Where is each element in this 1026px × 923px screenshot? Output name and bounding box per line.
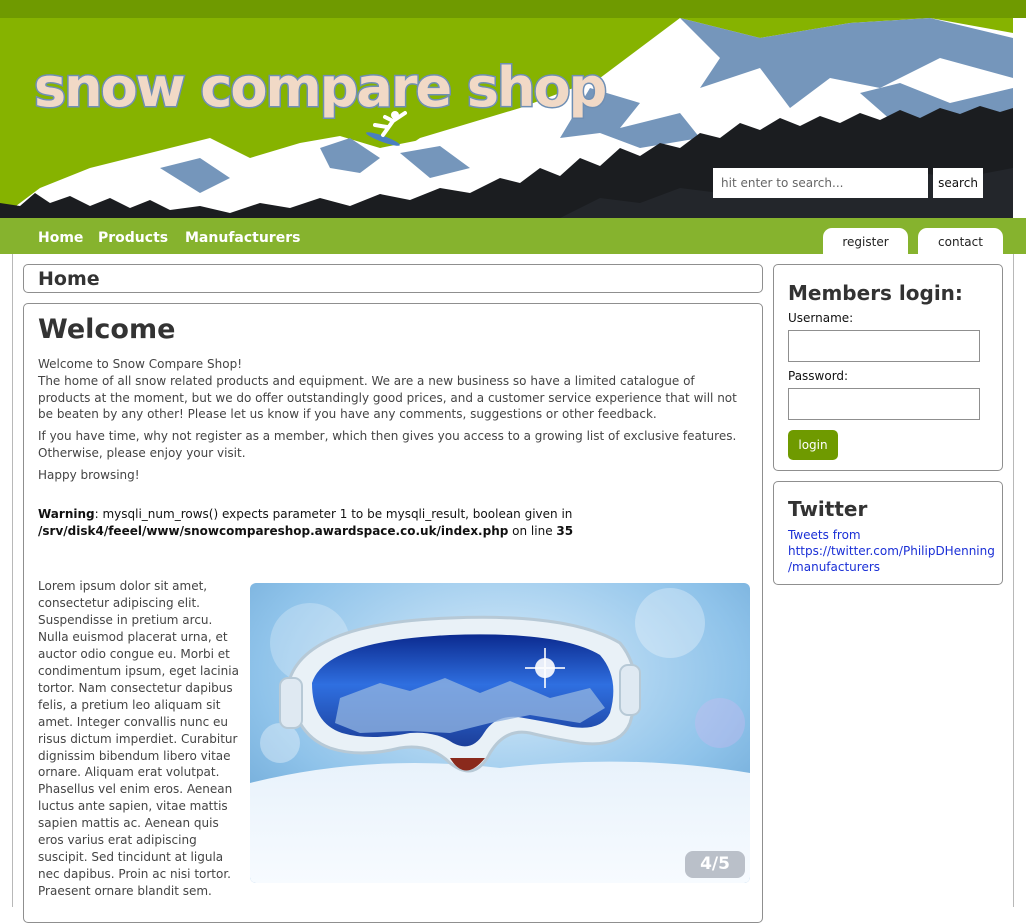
slideshow-image[interactable] [250,583,750,883]
page-title: Welcome [38,314,176,345]
register-paragraph: If you have time, why not register as a … [38,429,737,460]
twitter-link-line[interactable]: /manufacturers [788,559,998,575]
password-label: Password: [788,369,849,383]
warning-message: : mysqli_num_rows() expects parameter 1 … [94,507,573,521]
password-field[interactable] [788,388,980,420]
slide-counter: 4/5 [685,851,745,878]
warning-line-text: on line [508,524,557,538]
twitter-link[interactable]: Tweets from https://twitter.com/PhilipDH… [788,527,998,575]
top-strip [0,0,1026,18]
site-logo[interactable]: snow compare shop [32,55,608,121]
php-warning: Warning: mysqli_num_rows() expects param… [38,506,750,540]
breadcrumb: Home [38,268,100,290]
login-button[interactable]: login [788,430,838,460]
ski-goggles-image [250,583,750,883]
twitter-link-line[interactable]: Tweets from [788,527,998,543]
warning-path: /srv/disk4/feeel/www/snowcompareshop.awa… [38,524,509,538]
nav-link-manufacturers[interactable]: Manufacturers [185,230,300,246]
search-button[interactable]: search [933,168,983,198]
breadcrumb-box [23,264,763,293]
username-label: Username: [788,311,854,325]
nav-link-home[interactable]: Home [38,230,83,246]
twitter-link-line[interactable]: https://twitter.com/PhilipDHenning [788,543,998,559]
search-input[interactable] [713,168,928,198]
warning-label: Warning [38,507,95,521]
intro-paragraph: The home of all snow related products an… [38,374,737,422]
warning-line-number: 35 [556,524,574,538]
login-title: Members login: [788,281,963,305]
lorem-text: Lorem ipsum dolor sit amet, consectetur … [38,579,239,899]
tab-contact[interactable]: contact [918,228,1003,254]
nav-link-products[interactable]: Products [98,230,168,246]
site-header: snow compare shop search [0,18,1013,218]
welcome-line: Welcome to Snow Compare Shop! [38,357,242,371]
twitter-title: Twitter [788,497,868,521]
tab-register[interactable]: register [823,228,908,254]
left-border [12,254,13,907]
right-border [1013,254,1014,907]
username-field[interactable] [788,330,980,362]
happy-browsing: Happy browsing! [38,468,140,482]
header-right-gap [1013,18,1026,218]
